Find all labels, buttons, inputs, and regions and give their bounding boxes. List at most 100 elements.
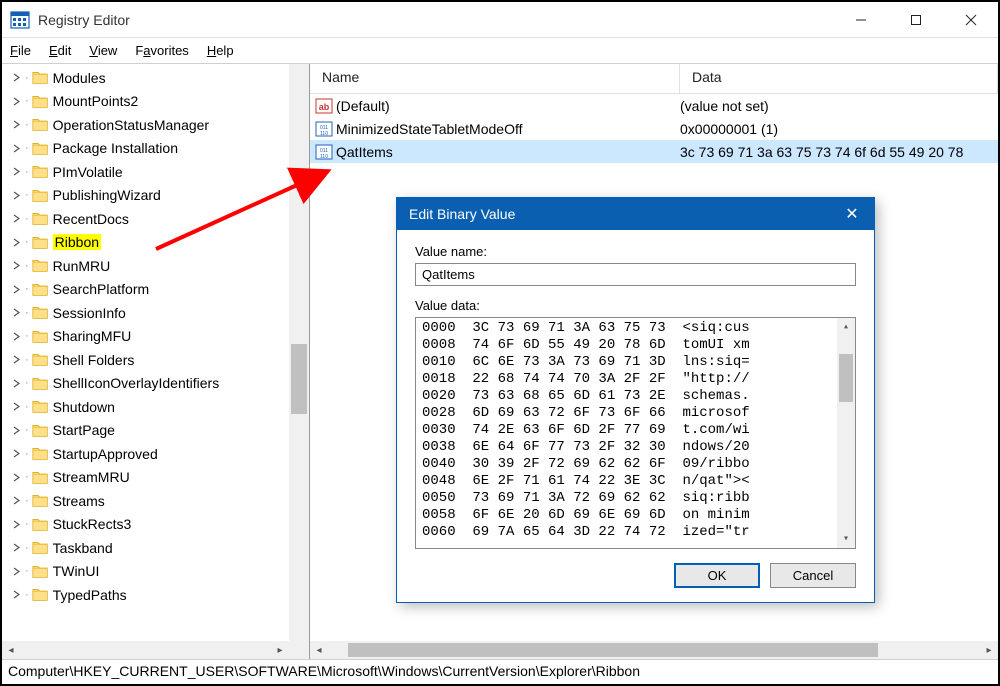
- maximize-button[interactable]: [888, 2, 943, 37]
- tree-item-package-installation[interactable]: ·Package Installation: [10, 137, 309, 161]
- tree-item-publishingwizard[interactable]: ·PublishingWizard: [10, 184, 309, 208]
- tree-item-taskband[interactable]: ·Taskband: [10, 536, 309, 560]
- expand-icon[interactable]: [10, 307, 22, 319]
- scrollbar-thumb[interactable]: [839, 354, 853, 402]
- tree-scrollbar-horizontal[interactable]: ◂ ▸: [2, 641, 289, 659]
- expand-icon[interactable]: [10, 448, 22, 460]
- expand-icon[interactable]: [10, 330, 22, 342]
- column-data[interactable]: Data: [680, 64, 998, 93]
- menu-view[interactable]: View: [89, 43, 117, 58]
- scroll-left-icon[interactable]: ◂: [310, 641, 328, 659]
- tree-item-modules[interactable]: ·Modules: [10, 66, 309, 90]
- tree-item-label: RecentDocs: [53, 211, 129, 227]
- expand-icon[interactable]: [10, 354, 22, 366]
- scroll-right-icon[interactable]: ▸: [980, 641, 998, 659]
- value-name-input[interactable]: [415, 263, 856, 286]
- tree-item-label: Streams: [53, 493, 105, 509]
- tree-item-typedpaths[interactable]: ·TypedPaths: [10, 583, 309, 607]
- expand-icon[interactable]: [10, 542, 22, 554]
- tree-item-mountpoints2[interactable]: ·MountPoints2: [10, 90, 309, 114]
- dialog-title-text: Edit Binary Value: [409, 206, 515, 222]
- tree-item-startpage[interactable]: ·StartPage: [10, 419, 309, 443]
- tree-item-shutdown[interactable]: ·Shutdown: [10, 395, 309, 419]
- tree-item-pimvolatile[interactable]: ·PImVolatile: [10, 160, 309, 184]
- value-name-label: Value name:: [415, 244, 856, 259]
- expand-icon[interactable]: [10, 189, 22, 201]
- tree-item-shell-folders[interactable]: ·Shell Folders: [10, 348, 309, 372]
- folder-icon: [32, 586, 50, 604]
- list-row[interactable]: 011110QatItems3c 73 69 71 3a 63 75 73 74…: [310, 140, 998, 163]
- tree-item-startupapproved[interactable]: ·StartupApproved: [10, 442, 309, 466]
- tree-item-searchplatform[interactable]: ·SearchPlatform: [10, 278, 309, 302]
- column-name[interactable]: Name: [310, 64, 680, 93]
- expand-icon[interactable]: [10, 166, 22, 178]
- hex-scrollbar[interactable]: ▴ ▾: [837, 318, 855, 548]
- tree-scrollbar-vertical[interactable]: [289, 64, 309, 641]
- menu-edit[interactable]: Edit: [49, 43, 71, 58]
- dialog-close-button[interactable]: ✕: [830, 198, 874, 230]
- menu-file[interactable]: File: [10, 43, 31, 58]
- dialog-titlebar[interactable]: Edit Binary Value ✕: [397, 198, 874, 230]
- scrollbar-thumb[interactable]: [291, 344, 307, 414]
- folder-icon: [32, 257, 50, 275]
- row-name: (Default): [334, 98, 680, 114]
- regedit-icon: [10, 10, 30, 30]
- tree-item-label: MountPoints2: [53, 93, 139, 109]
- scroll-up-icon[interactable]: ▴: [837, 318, 855, 336]
- hex-content[interactable]: 0000 3C 73 69 71 3A 63 75 73 <siq:cus 00…: [416, 318, 855, 543]
- tree-item-twinui[interactable]: ·TWinUI: [10, 560, 309, 584]
- expand-icon[interactable]: [10, 260, 22, 272]
- expand-icon[interactable]: [10, 424, 22, 436]
- expand-icon[interactable]: [10, 72, 22, 84]
- expand-icon[interactable]: [10, 401, 22, 413]
- scroll-left-icon[interactable]: ◂: [2, 641, 20, 659]
- scroll-right-icon[interactable]: ▸: [271, 641, 289, 659]
- string-value-icon: ab: [310, 97, 334, 115]
- svg-text:ab: ab: [319, 102, 330, 112]
- expand-icon[interactable]: [10, 518, 22, 530]
- expand-icon[interactable]: [10, 377, 22, 389]
- tree-item-label: SearchPlatform: [53, 281, 149, 297]
- tree-item-ribbon[interactable]: ·Ribbon: [10, 231, 309, 255]
- list-scrollbar-horizontal[interactable]: ◂ ▸: [310, 641, 998, 659]
- tree-item-operationstatusmanager[interactable]: ·OperationStatusManager: [10, 113, 309, 137]
- binary-value-icon: 011110: [310, 120, 334, 138]
- tree-item-runmru[interactable]: ·RunMRU: [10, 254, 309, 278]
- folder-icon: [32, 163, 50, 181]
- expand-icon[interactable]: [10, 565, 22, 577]
- expand-icon[interactable]: [10, 283, 22, 295]
- cancel-button[interactable]: Cancel: [770, 563, 856, 588]
- tree-item-sessioninfo[interactable]: ·SessionInfo: [10, 301, 309, 325]
- menu-favorites[interactable]: Favorites: [135, 43, 188, 58]
- list-row[interactable]: ab(Default)(value not set): [310, 94, 998, 117]
- tree-item-shelliconoverlayidentifiers[interactable]: ·ShellIconOverlayIdentifiers: [10, 372, 309, 396]
- tree-item-recentdocs[interactable]: ·RecentDocs: [10, 207, 309, 231]
- expand-icon[interactable]: [10, 495, 22, 507]
- expand-icon[interactable]: [10, 142, 22, 154]
- scroll-down-icon[interactable]: ▾: [837, 530, 855, 548]
- tree-item-sharingmfu[interactable]: ·SharingMFU: [10, 325, 309, 349]
- tree-item-streams[interactable]: ·Streams: [10, 489, 309, 513]
- expand-icon[interactable]: [10, 236, 22, 248]
- menu-help[interactable]: Help: [207, 43, 234, 58]
- list-header: Name Data: [310, 64, 998, 94]
- tree-list[interactable]: ·Modules·MountPoints2·OperationStatusMan…: [2, 64, 309, 659]
- expand-icon[interactable]: [10, 213, 22, 225]
- svg-text:110: 110: [320, 131, 328, 137]
- folder-icon: [32, 69, 50, 87]
- hex-editor[interactable]: 0000 3C 73 69 71 3A 63 75 73 <siq:cus 00…: [415, 317, 856, 549]
- binary-value-icon: 011110: [310, 143, 334, 161]
- minimize-button[interactable]: [833, 2, 888, 37]
- tree-item-streammru[interactable]: ·StreamMRU: [10, 466, 309, 490]
- tree-item-stuckrects3[interactable]: ·StuckRects3: [10, 513, 309, 537]
- expand-icon[interactable]: [10, 589, 22, 601]
- scrollbar-thumb[interactable]: [348, 643, 878, 657]
- expand-icon[interactable]: [10, 95, 22, 107]
- tree-item-label: TypedPaths: [53, 587, 127, 603]
- ok-button[interactable]: OK: [674, 563, 760, 588]
- tree-item-label: Shell Folders: [53, 352, 135, 368]
- list-row[interactable]: 011110MinimizedStateTabletModeOff0x00000…: [310, 117, 998, 140]
- expand-icon[interactable]: [10, 471, 22, 483]
- close-button[interactable]: [943, 2, 998, 37]
- expand-icon[interactable]: [10, 119, 22, 131]
